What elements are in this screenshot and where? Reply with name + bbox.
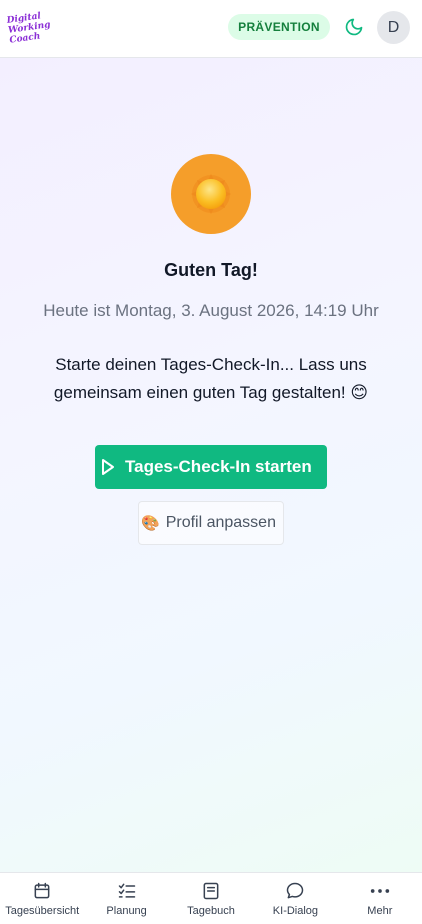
intro-text: Starte deinen Tages-Check-In... Lass uns…	[20, 351, 402, 407]
sun-icon	[191, 174, 231, 214]
nav-item-tagebuch[interactable]: Tagebuch	[169, 873, 253, 924]
app-logo[interactable]: Digital Working Coach	[6, 7, 53, 48]
checklist-icon	[118, 883, 135, 898]
current-datetime: Heute ist Montag, 3. August 2026, 14:19 …	[43, 301, 379, 320]
chat-icon	[287, 882, 304, 899]
greeting-title: Guten Tag!	[164, 260, 258, 280]
nav-label-ki-dialog: KI-Dialog	[272, 905, 319, 917]
calendar-icon	[34, 882, 50, 899]
intro-line-1: Starte deinen Tages-Check-In... Lass uns	[55, 355, 367, 374]
nav-label-mehr: Mehr	[367, 905, 393, 917]
edit-profile-label: Profil anpassen	[165, 514, 276, 531]
mode-badge[interactable]: PRÄVENTION	[228, 14, 330, 40]
nav-label-planung: Planung	[106, 905, 147, 917]
more-icon	[370, 889, 389, 893]
nav-label-tagesuebersicht: Tagesübersicht	[5, 905, 80, 917]
edit-profile-button[interactable]: 🎨 Profil anpassen	[138, 501, 284, 545]
play-icon	[102, 459, 114, 475]
book-icon	[203, 882, 219, 900]
nav-item-mehr[interactable]: Mehr	[338, 873, 422, 924]
palette-icon: 🎨	[141, 515, 160, 532]
nav-item-tagesuebersicht[interactable]: Tagesübersicht	[0, 873, 84, 924]
nav-label-tagebuch: Tagebuch	[187, 905, 235, 917]
user-avatar[interactable]: D	[377, 11, 410, 44]
dark-mode-toggle[interactable]	[343, 16, 365, 38]
top-header: Digital Working Coach PRÄVENTION D	[0, 0, 422, 58]
bottom-navigation: Tagesübersicht Planung Tagebuch KI-Dialo…	[0, 872, 422, 924]
moon-icon	[345, 18, 363, 36]
start-checkin-label: Tages-Check-In starten	[125, 457, 312, 476]
sun-badge	[171, 154, 251, 234]
start-checkin-button[interactable]: Tages-Check-In starten	[95, 445, 327, 489]
intro-line-2: gemeinsam einen guten Tag gestalten! 😊	[53, 383, 369, 402]
main-content: Guten Tag! Heute ist Montag, 3. August 2…	[0, 58, 422, 872]
nav-item-ki-dialog[interactable]: KI-Dialog	[253, 873, 337, 924]
nav-item-planung[interactable]: Planung	[84, 873, 168, 924]
